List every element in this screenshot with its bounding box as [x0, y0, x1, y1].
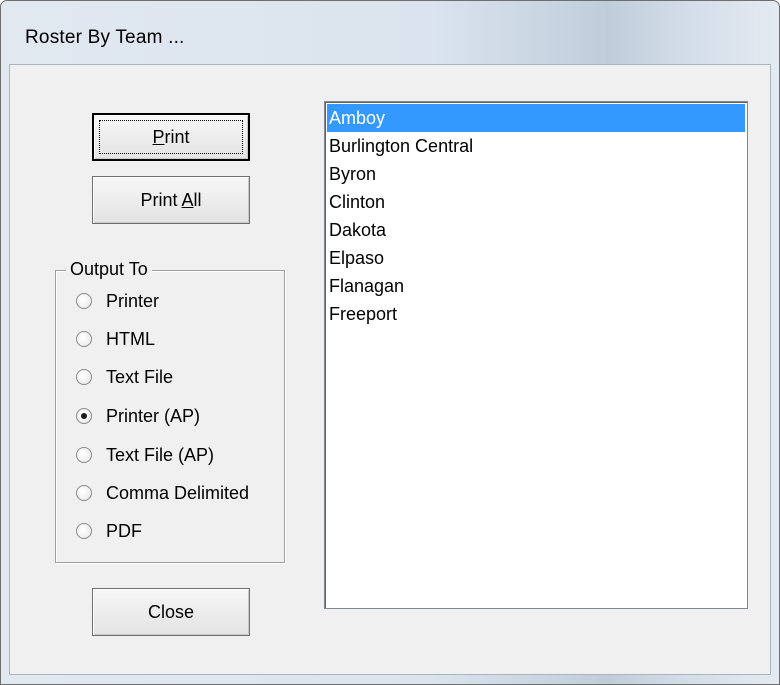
list-item[interactable]: Elpaso [327, 244, 745, 272]
window-title: Roster By Team ... [25, 27, 185, 48]
close-button-label: Close [147, 601, 195, 622]
radio-circle-checked[interactable] [76, 408, 92, 424]
output-to-group: Output To Printer HTML Text File Printer… [55, 259, 285, 563]
radio-circle[interactable] [76, 485, 92, 501]
dialog-client-area: Print Print All Output To Printer HTML T… [9, 64, 771, 675]
radio-label: HTML [106, 328, 155, 349]
radio-circle[interactable] [76, 331, 92, 347]
radio-printer-ap[interactable]: Printer (AP) [76, 404, 200, 428]
radio-pdf[interactable]: PDF [76, 519, 142, 543]
radio-label: Printer [106, 290, 160, 311]
list-item[interactable]: Flanagan [327, 272, 745, 300]
radio-circle[interactable] [76, 523, 92, 539]
radio-label: Comma Delimited [106, 482, 250, 503]
radio-label: Text File (AP) [106, 444, 215, 465]
focus-rectangle [99, 120, 243, 154]
radio-label: Printer (AP) [106, 405, 201, 426]
radio-circle[interactable] [76, 447, 92, 463]
team-listbox[interactable]: Amboy Burlington Central Byron Clinton D… [324, 101, 748, 609]
print-all-button-label: Print All [140, 189, 202, 210]
list-item[interactable]: Freeport [327, 300, 745, 328]
dialog-window: Roster By Team ... Print Print All Outpu… [0, 0, 780, 685]
list-item[interactable]: Burlington Central [327, 132, 745, 160]
radio-circle[interactable] [76, 369, 92, 385]
radio-text-file[interactable]: Text File [76, 365, 173, 389]
radio-comma-delimited[interactable]: Comma Delimited [76, 481, 249, 505]
list-item[interactable]: Byron [327, 160, 745, 188]
radio-circle[interactable] [76, 293, 92, 309]
output-to-label: Output To [66, 259, 152, 280]
close-button[interactable]: Close [92, 588, 250, 636]
list-item[interactable]: Amboy [327, 104, 745, 132]
radio-html[interactable]: HTML [76, 327, 155, 351]
radio-text-file-ap[interactable]: Text File (AP) [76, 443, 214, 467]
radio-label: Text File [106, 366, 174, 387]
radio-printer[interactable]: Printer [76, 289, 159, 313]
radio-label: PDF [106, 520, 142, 541]
title-bar[interactable]: Roster By Team ... [1, 1, 779, 63]
print-all-button[interactable]: Print All [92, 176, 250, 224]
list-item[interactable]: Dakota [327, 216, 745, 244]
print-button[interactable]: Print [92, 113, 250, 161]
list-item[interactable]: Clinton [327, 188, 745, 216]
